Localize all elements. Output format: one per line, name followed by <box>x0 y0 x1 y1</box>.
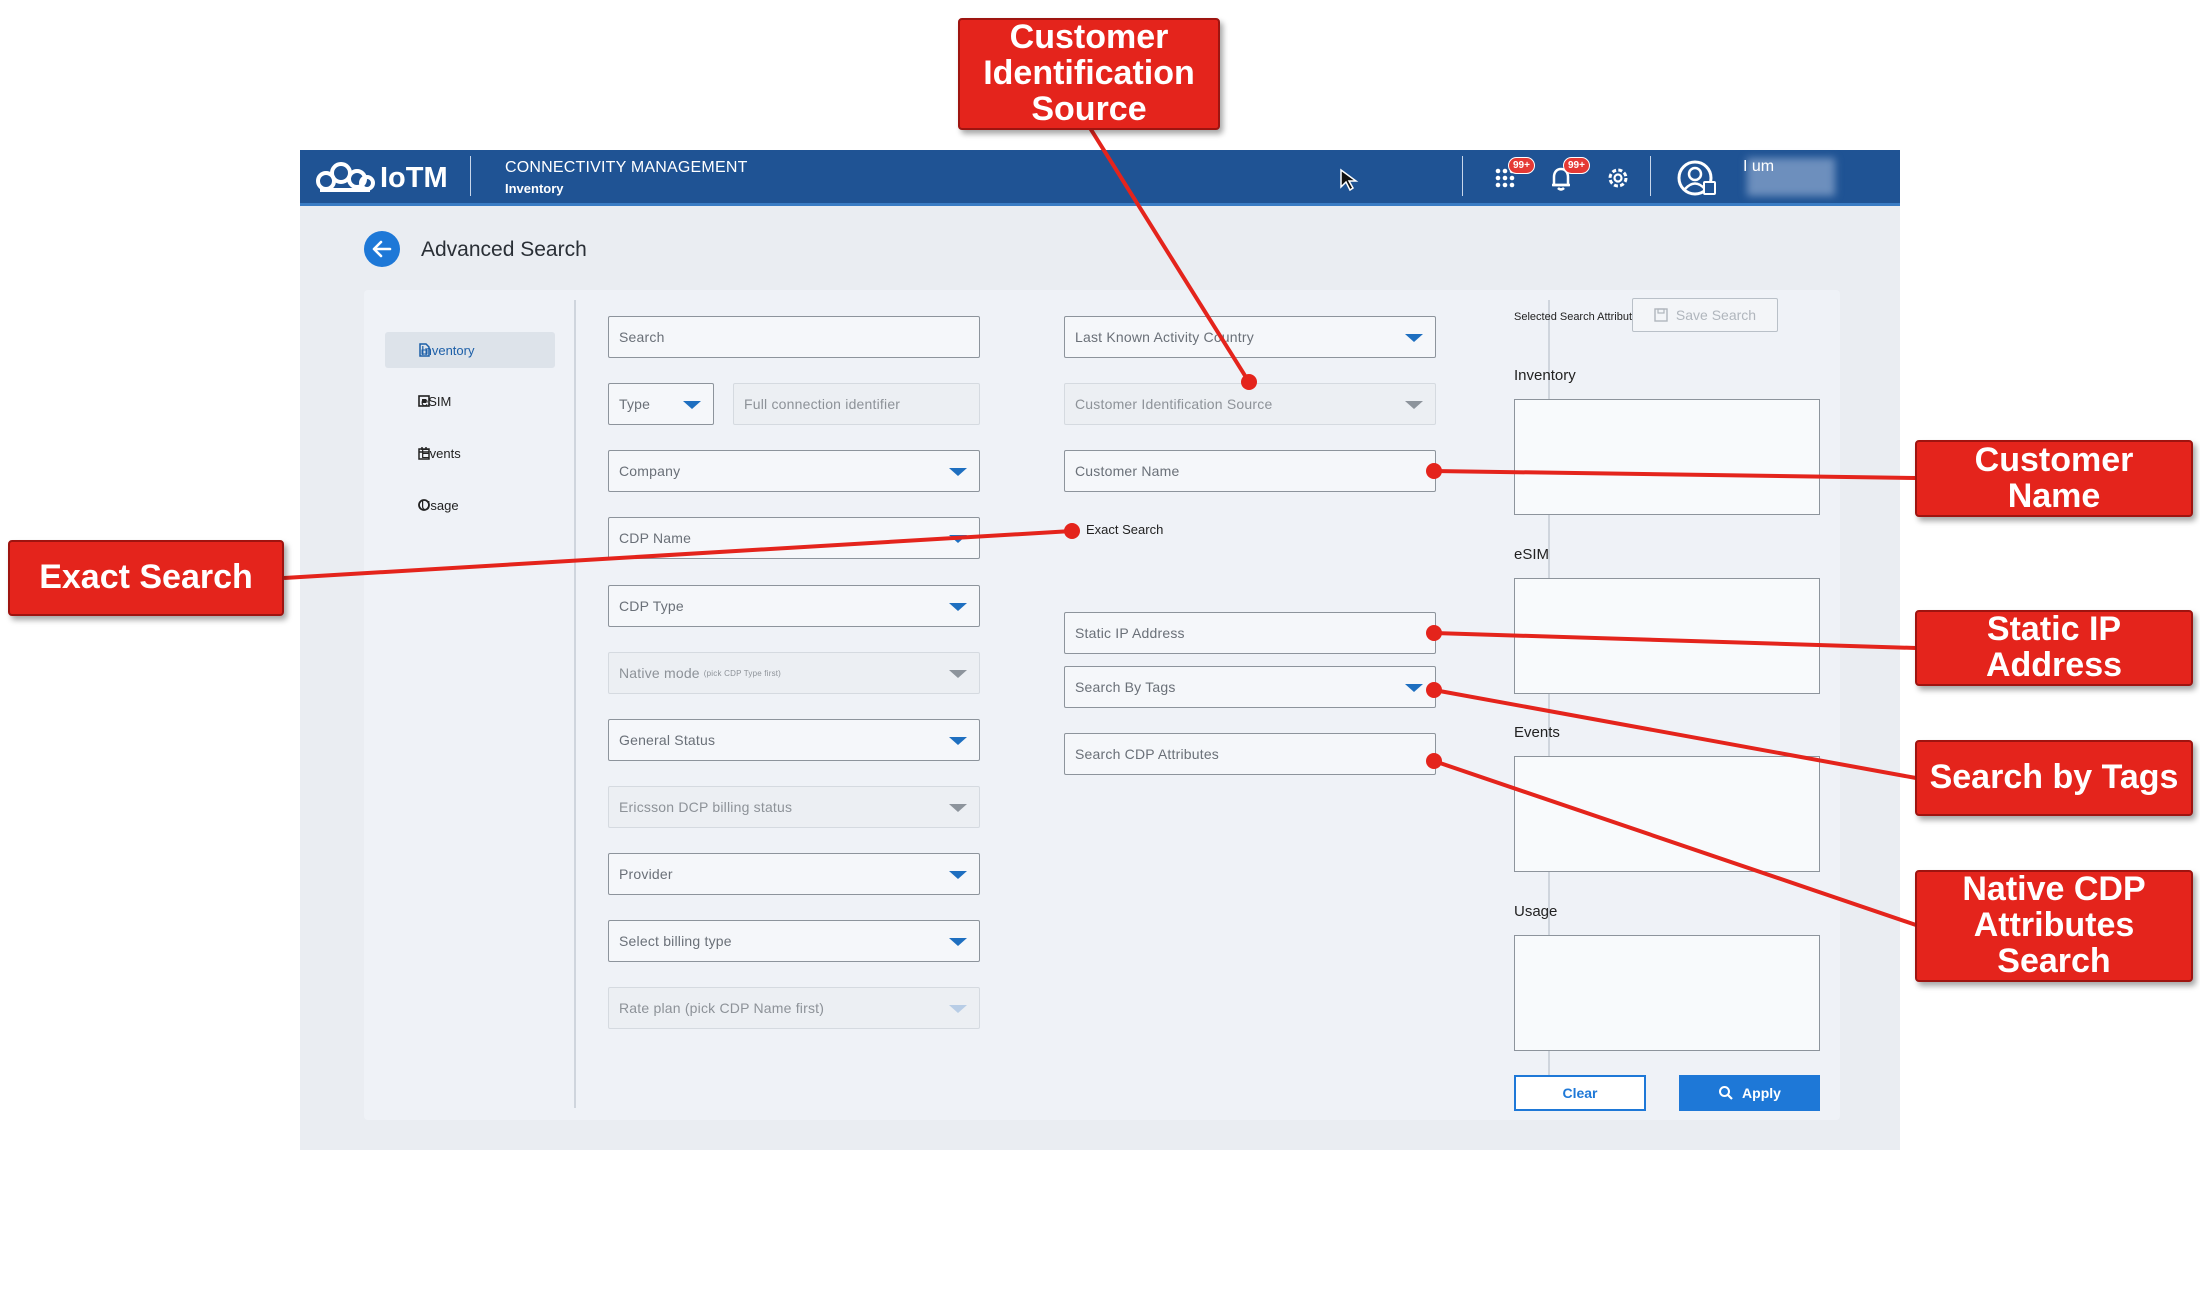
exact-search-label[interactable]: Exact Search <box>1086 522 1163 537</box>
chevron-down-icon <box>949 535 967 543</box>
chevron-down-icon <box>949 603 967 611</box>
rate-plan-select[interactable]: Rate plan (pick CDP Name first) <box>608 987 980 1029</box>
billing-status-select[interactable]: Ericsson DCP billing status <box>608 786 980 828</box>
chip-icon <box>418 395 430 407</box>
callout-exact-search: Exact Search <box>8 540 284 616</box>
general-status-select[interactable]: General Status <box>608 719 980 761</box>
inventory-attributes-box <box>1514 399 1820 515</box>
search-by-tags-select[interactable]: Search By Tags <box>1064 666 1436 708</box>
callout-customer-identification-source: Customer Identification Source <box>958 18 1220 130</box>
last-known-country-select[interactable]: Last Known Activity Country <box>1064 316 1436 358</box>
iotm-logo[interactable]: IoTM <box>314 158 448 198</box>
chevron-down-icon <box>949 670 967 678</box>
topbar-divider <box>470 156 471 196</box>
calendar-icon <box>418 447 430 460</box>
chevron-down-icon <box>1405 684 1423 692</box>
search-icon <box>1719 1086 1733 1100</box>
esim-attributes-box <box>1514 578 1820 694</box>
chevron-down-icon <box>949 468 967 476</box>
company-select[interactable]: Company <box>608 450 980 492</box>
group-label-inventory: Inventory <box>1514 367 1576 384</box>
user-avatar-icon <box>1677 160 1716 196</box>
gear-icon <box>1608 168 1628 188</box>
module-title-block: CONNECTIVITY MANAGEMENT Inventory <box>505 159 748 196</box>
back-button[interactable] <box>364 231 400 267</box>
advanced-search-panel: Inventory eSIM Events Usage Search Type … <box>364 290 1840 1120</box>
chevron-down-icon <box>949 737 967 745</box>
save-icon <box>1654 308 1668 322</box>
search-cdp-attributes-input[interactable]: Search CDP Attributes <box>1064 733 1436 775</box>
billing-type-select[interactable]: Select billing type <box>608 920 980 962</box>
customer-name-input[interactable]: Customer Name <box>1064 450 1436 492</box>
clear-button[interactable]: Clear <box>1514 1075 1646 1111</box>
apply-button[interactable]: Apply <box>1679 1075 1820 1111</box>
provider-select[interactable]: Provider <box>608 853 980 895</box>
callout-search-by-tags: Search by Tags <box>1915 740 2193 816</box>
user-name: I um <box>1743 158 1775 175</box>
cloud-logo-icon <box>316 162 375 192</box>
group-label-events: Events <box>1514 724 1560 741</box>
callout-native-cdp-attributes-search: Native CDP Attributes Search <box>1915 870 2193 982</box>
notifications-button[interactable]: 99+ <box>1547 157 1590 193</box>
usage-attributes-box <box>1514 935 1820 1051</box>
events-attributes-box <box>1514 756 1820 872</box>
group-label-usage: Usage <box>1514 903 1558 920</box>
logo-text: IoTM <box>380 161 448 194</box>
chevron-down-icon <box>1405 334 1423 342</box>
sidebar-item-esim[interactable]: eSIM <box>385 383 555 419</box>
settings-button[interactable] <box>1603 163 1633 193</box>
group-label-esim: eSIM <box>1514 546 1550 563</box>
apps-badge: 99+ <box>1508 157 1535 174</box>
mouse-cursor-icon <box>1340 168 1359 192</box>
chevron-down-icon <box>949 1005 967 1013</box>
chevron-down-icon <box>949 871 967 879</box>
top-bar: IoTM CONNECTIVITY MANAGEMENT Inventory 9… <box>300 150 1900 206</box>
native-mode-select[interactable]: Native mode (pick CDP Type first) <box>608 652 980 694</box>
user-menu-button[interactable] <box>1676 158 1716 198</box>
static-ip-input[interactable]: Static IP Address <box>1064 612 1436 654</box>
module-subtitle: Inventory <box>505 181 564 196</box>
cdp-type-select[interactable]: CDP Type <box>608 585 980 627</box>
sidebar-item-events[interactable]: Events <box>385 435 555 471</box>
selected-attributes-title: Selected Search Attributes <box>1514 311 1644 323</box>
app-window: IoTM CONNECTIVITY MANAGEMENT Inventory 9… <box>300 150 1900 1150</box>
sidebar-item-inventory[interactable]: Inventory <box>385 332 555 368</box>
cdp-name-select[interactable]: CDP Name <box>608 517 980 559</box>
sidebar-divider <box>574 300 576 1108</box>
type-select[interactable]: Type <box>608 383 714 425</box>
apps-button[interactable]: 99+ <box>1492 157 1535 193</box>
chevron-down-icon <box>949 804 967 812</box>
sidebar-item-usage[interactable]: Usage <box>385 487 555 523</box>
annotated-screenshot: IoTM CONNECTIVITY MANAGEMENT Inventory 9… <box>0 0 2200 1300</box>
notifications-badge: 99+ <box>1563 157 1590 174</box>
chevron-down-icon <box>949 938 967 946</box>
save-search-button[interactable]: Save Search <box>1632 298 1778 332</box>
module-title: CONNECTIVITY MANAGEMENT <box>505 159 748 176</box>
callout-static-ip-address: Static IP Address <box>1915 610 2193 686</box>
search-input[interactable]: Search <box>608 316 980 358</box>
topbar-divider <box>1462 156 1463 196</box>
arrow-left-icon <box>372 240 392 258</box>
page-title: Advanced Search <box>421 238 587 261</box>
full-connection-identifier-input[interactable]: Full connection identifier <box>733 383 980 425</box>
chevron-down-icon <box>683 401 701 409</box>
chevron-down-icon <box>1405 401 1423 409</box>
customer-id-source-select[interactable]: Customer Identification Source <box>1064 383 1436 425</box>
sim-card-icon <box>419 343 430 357</box>
callout-customer-name: Customer Name <box>1915 440 2193 517</box>
topbar-divider <box>1650 156 1651 196</box>
circle-icon <box>418 499 430 511</box>
